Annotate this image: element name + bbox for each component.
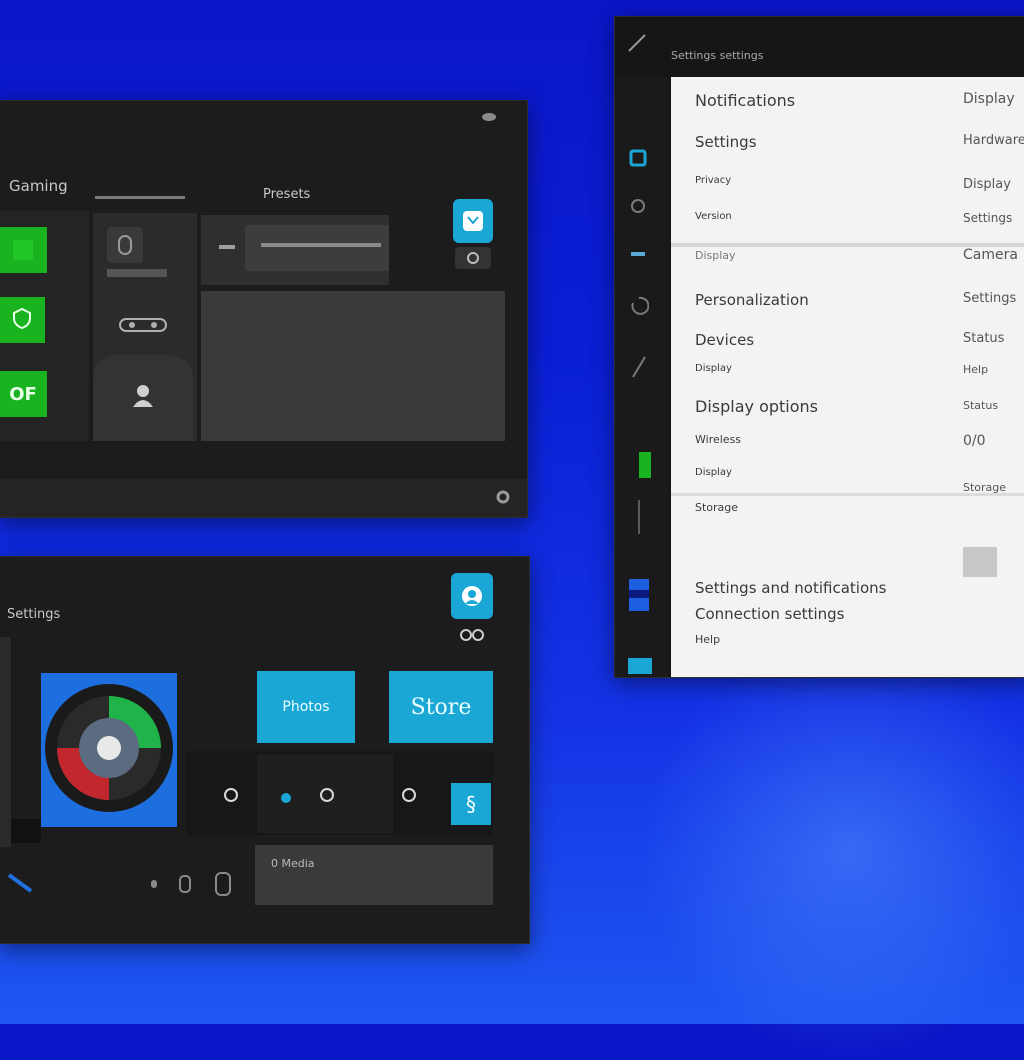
desktop-glow xyxy=(640,640,1024,1060)
camera-icon[interactable] xyxy=(211,869,235,899)
setting-value: Settings xyxy=(963,211,1013,225)
photos-tile[interactable]: Photos xyxy=(257,671,355,743)
setting-value: Status xyxy=(963,331,1005,346)
profile-badge-icon xyxy=(455,247,491,269)
setting-label[interactable]: Connection settings xyxy=(695,605,844,623)
section-divider xyxy=(671,493,1024,496)
disc-icon xyxy=(42,681,176,819)
setting-label[interactable]: Display options xyxy=(695,397,818,416)
setting-value: 0/0 xyxy=(963,433,986,449)
setting-label[interactable]: Display xyxy=(695,363,732,374)
setting-value: Display xyxy=(963,91,1015,107)
setting-label[interactable]: Notifications xyxy=(695,91,795,110)
settings-content: Notifications Display Settings Hardware … xyxy=(671,77,1024,677)
sidebar-item-devices[interactable] xyxy=(627,251,649,259)
pen-icon[interactable] xyxy=(625,31,653,55)
setting-label[interactable]: Wireless xyxy=(695,433,741,446)
setting-label[interactable]: Storage xyxy=(695,501,738,514)
gamepad-icon[interactable] xyxy=(117,313,169,337)
header-title: Settings settings xyxy=(671,49,764,62)
preset-row-marker xyxy=(219,245,235,249)
setting-value: Status xyxy=(963,399,999,412)
setting-label[interactable]: Personalization xyxy=(695,291,809,309)
sidebar-item-update[interactable] xyxy=(627,577,651,613)
sidebar-item-system[interactable] xyxy=(625,195,651,217)
play-icon[interactable] xyxy=(317,785,337,805)
gaming-window[interactable]: Gaming Presets OF xyxy=(0,100,528,518)
s-tile[interactable]: § xyxy=(451,783,491,825)
settings-gear-icon[interactable] xyxy=(495,489,511,505)
volume-icon[interactable] xyxy=(221,785,241,805)
setting-value: Display xyxy=(963,177,1011,192)
setting-label[interactable]: Settings xyxy=(695,133,757,151)
setting-label[interactable]: Devices xyxy=(695,331,754,349)
preset-field-bar xyxy=(261,243,381,247)
window-menu-icon[interactable] xyxy=(481,111,497,123)
setting-label[interactable]: Version xyxy=(695,211,732,222)
tile-green-of[interactable]: OF xyxy=(0,371,47,417)
sidebar-item-accessibility[interactable] xyxy=(627,657,653,675)
setting-label[interactable]: Display xyxy=(695,467,732,478)
user-icon xyxy=(127,379,159,411)
setting-label[interactable]: Settings and notifications xyxy=(695,579,886,597)
speaker-icon[interactable] xyxy=(175,873,195,895)
content-area xyxy=(201,291,505,441)
profile-tile[interactable] xyxy=(453,199,493,243)
shield-icon xyxy=(11,307,33,333)
s-glyph-icon: § xyxy=(466,792,476,816)
setting-label[interactable]: Display xyxy=(695,249,736,262)
next-icon[interactable] xyxy=(399,785,419,805)
mouse-icon[interactable] xyxy=(107,227,143,263)
side-strip-bottom xyxy=(11,819,41,843)
media-tile[interactable] xyxy=(41,673,177,827)
setting-value: Settings xyxy=(963,291,1017,306)
sidebar-item-refresh[interactable] xyxy=(627,293,651,321)
window-title: Settings xyxy=(7,607,61,622)
dot-indicator-icon xyxy=(279,791,293,805)
mic-icon[interactable] xyxy=(147,877,161,891)
sidebar-item-network[interactable] xyxy=(627,353,651,381)
store-tile[interactable]: Store xyxy=(389,671,493,743)
settings-window[interactable]: Settings settings Notifications Display … xyxy=(614,16,1024,678)
setting-toggle-icon[interactable] xyxy=(963,547,997,577)
square-icon xyxy=(13,240,33,260)
setting-value: Help xyxy=(963,363,989,376)
sidebar-item-battery[interactable] xyxy=(635,449,655,481)
control-caption-1 xyxy=(107,269,167,277)
status-bar xyxy=(0,479,527,517)
search-field[interactable] xyxy=(255,845,493,905)
search-input[interactable]: 0 Media xyxy=(271,857,315,870)
media-window[interactable]: Settings Photos Store § 0 Media xyxy=(0,556,530,944)
tile-green-1[interactable] xyxy=(0,227,47,273)
arrow-icon[interactable] xyxy=(3,869,37,897)
window-title: Gaming xyxy=(9,177,68,195)
sidebar-item-privacy[interactable] xyxy=(627,497,651,537)
tile-green-shield[interactable] xyxy=(0,297,45,343)
sidebar-item-home[interactable] xyxy=(625,147,651,169)
setting-value: Camera xyxy=(963,247,1018,263)
preset-field[interactable] xyxy=(245,225,389,271)
setting-value: Hardware xyxy=(963,133,1024,148)
side-strip xyxy=(0,637,11,847)
link-icon[interactable] xyxy=(457,627,487,643)
profile-tile[interactable] xyxy=(451,573,493,619)
setting-label[interactable]: Help xyxy=(695,633,720,646)
section-title: Presets xyxy=(263,187,311,202)
window-subtitle-bar xyxy=(95,196,185,199)
setting-label[interactable]: Privacy xyxy=(695,175,731,186)
